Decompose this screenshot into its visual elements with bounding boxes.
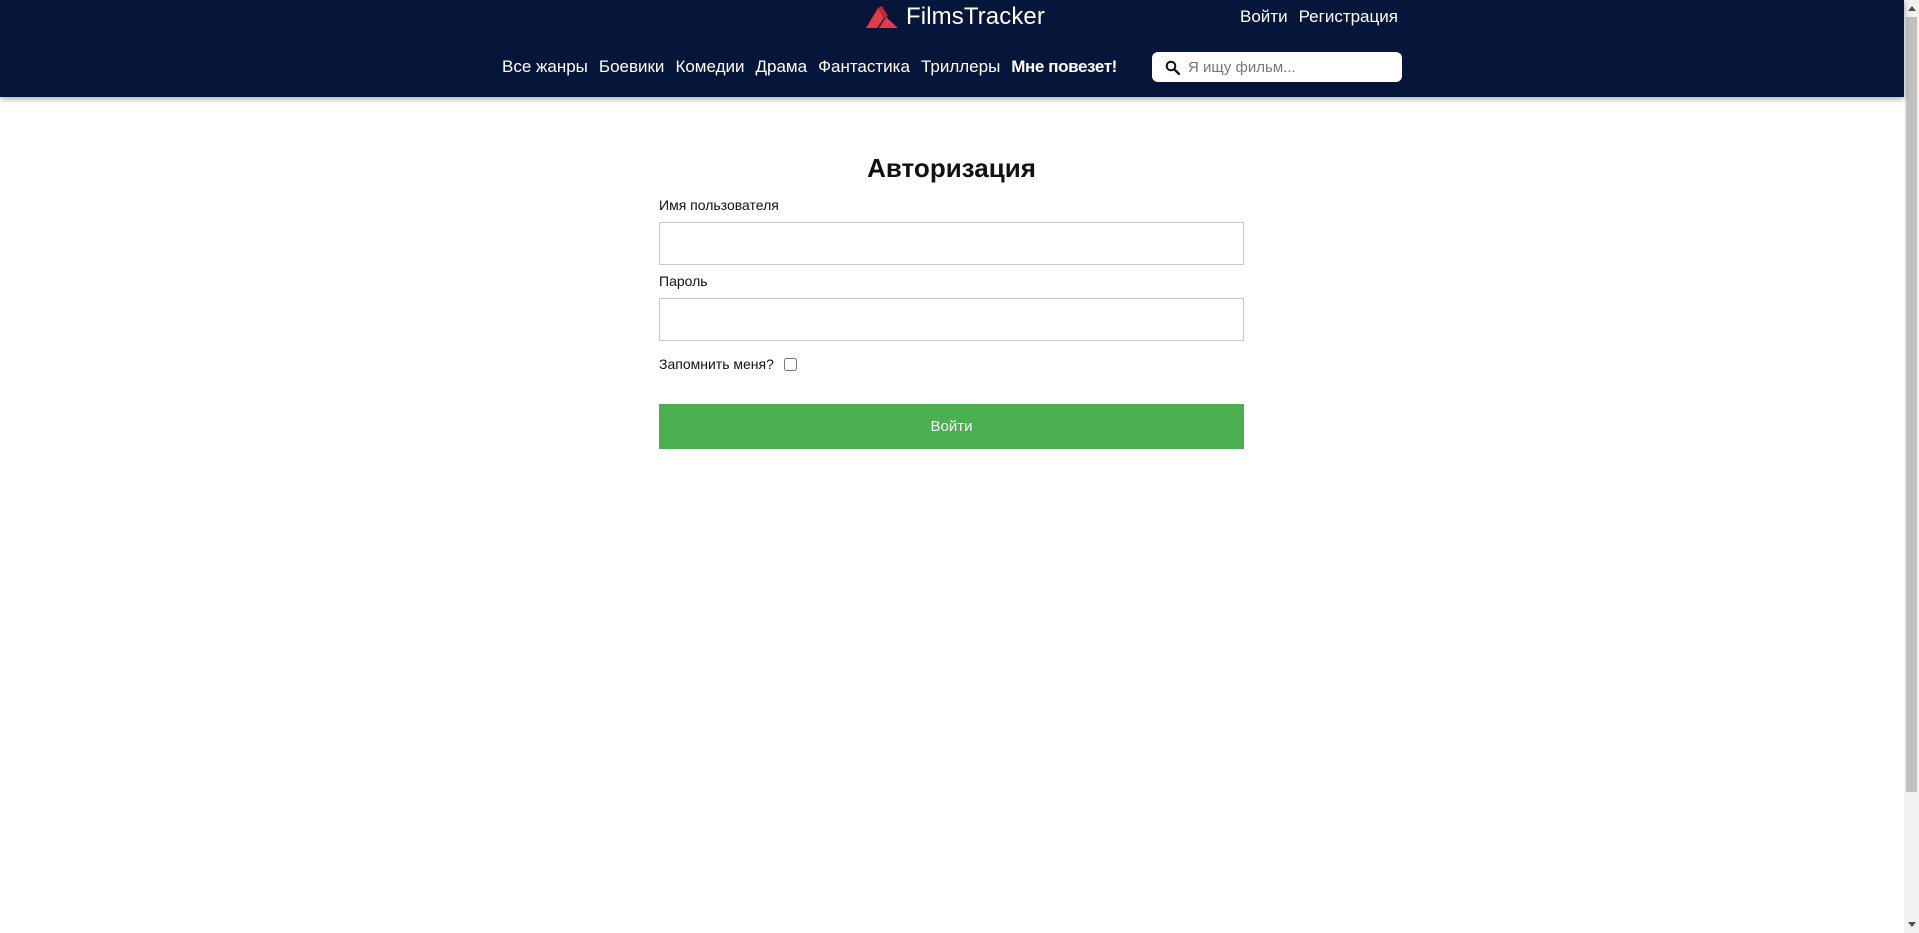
nav-item-all-genres[interactable]: Все жанры <box>502 57 588 77</box>
remember-me-label: Запомнить меня? <box>659 356 774 372</box>
nav-item-feeling-lucky[interactable]: Мне повезет! <box>1011 57 1117 77</box>
genre-nav: Все жанры Боевики Комедии Драма Фантасти… <box>502 55 1117 79</box>
search-box <box>1152 52 1402 82</box>
login-button[interactable]: Войти <box>659 404 1244 449</box>
page-scrollbar[interactable] <box>1904 0 1919 933</box>
register-link[interactable]: Регистрация <box>1299 7 1398 27</box>
remember-me-checkbox[interactable] <box>783 357 797 371</box>
site-header: FilmsTracker Войти Регистрация Все жанры… <box>0 0 1904 97</box>
remember-me-row: Запомнить меня? <box>659 356 797 372</box>
logo-text: FilmsTracker <box>906 3 1045 30</box>
nav-item-comedy[interactable]: Комедии <box>675 57 744 77</box>
auth-links: Войти Регистрация <box>1240 6 1398 28</box>
scroll-up-icon[interactable] <box>1904 0 1919 17</box>
login-form: Авторизация Имя пользователя Пароль Запо… <box>659 150 1244 449</box>
nav-item-sci-fi[interactable]: Фантастика <box>818 57 910 77</box>
logo-link[interactable]: FilmsTracker <box>866 3 1045 31</box>
login-link[interactable]: Войти <box>1240 7 1288 27</box>
password-field[interactable] <box>659 298 1244 341</box>
nav-item-drama[interactable]: Драма <box>755 57 807 77</box>
scroll-down-icon[interactable] <box>1904 916 1919 933</box>
username-field[interactable] <box>659 222 1244 265</box>
page-title: Авторизация <box>867 153 1036 183</box>
username-label: Имя пользователя <box>659 197 779 213</box>
password-label: Пароль <box>659 273 708 289</box>
nav-item-thrillers[interactable]: Триллеры <box>921 57 1000 77</box>
page: FilmsTracker Войти Регистрация Все жанры… <box>0 0 1919 933</box>
scrollbar-thumb[interactable] <box>1906 17 1917 792</box>
logo-icon <box>866 6 898 28</box>
search-input[interactable] <box>1188 58 1388 76</box>
search-icon[interactable] <box>1164 59 1180 75</box>
nav-item-action[interactable]: Боевики <box>599 57 665 77</box>
